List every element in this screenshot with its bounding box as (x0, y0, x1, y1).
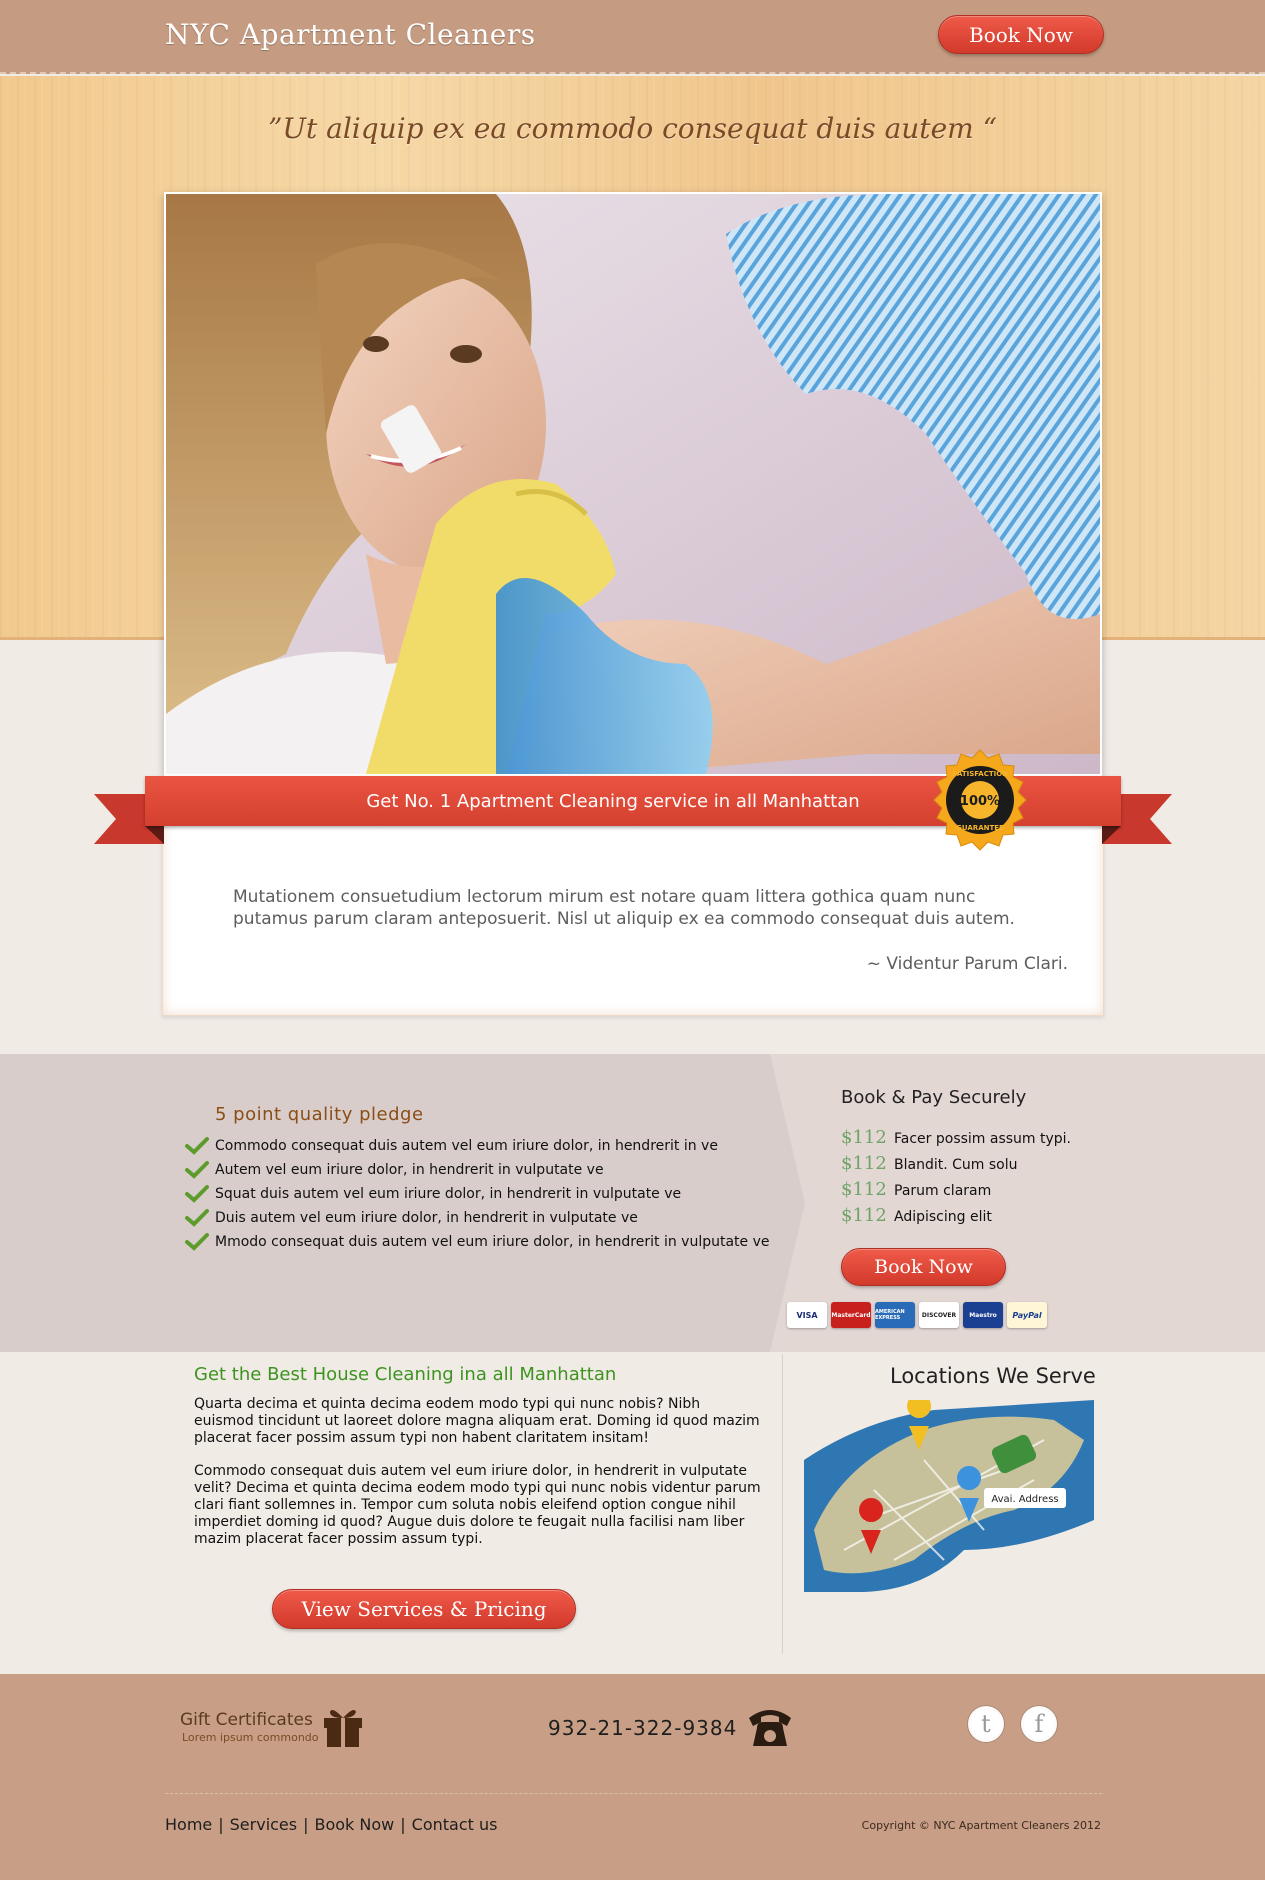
ribbon-fold-right (1102, 826, 1121, 844)
ribbon-fold-left (145, 826, 164, 844)
view-services-pricing-button[interactable]: View Services & Pricing (272, 1589, 576, 1629)
price-row: $112 Blandit. Cum solu (841, 1153, 1071, 1179)
nav-separator: | (400, 1815, 406, 1834)
pledge-item-text: Duis autem vel eum iriure dolor, in hend… (215, 1210, 638, 1226)
pledge-item-text: Autem vel eum iriure dolor, in hendrerit… (215, 1162, 604, 1178)
seal-top-text: SATISFACTION (952, 770, 1008, 778)
footer-divider (165, 1793, 1102, 1794)
book-now-button[interactable]: Book Now (841, 1248, 1006, 1286)
facebook-icon[interactable]: f (1020, 1705, 1058, 1743)
price-description: Adipiscing elit (894, 1209, 992, 1225)
testimonial-quote: Mutationem consuetudium lectorum mirum e… (233, 887, 1015, 929)
seal-percent: 100% (960, 794, 1000, 809)
ribbon-tail-right (1150, 794, 1172, 844)
footer-nav: Home | Services | Book Now | Contact us (165, 1815, 497, 1834)
telephone-icon (749, 1710, 791, 1746)
footer-nav-contact-us[interactable]: Contact us (412, 1815, 498, 1834)
price-row: $112 Adipiscing elit (841, 1205, 1071, 1231)
paypal-icon: PayPal (1007, 1302, 1047, 1328)
nav-separator: | (218, 1815, 224, 1834)
footer-nav-services[interactable]: Services (230, 1815, 297, 1834)
price-row: $112 Facer possim assum typi. (841, 1127, 1071, 1153)
hero-photo (164, 192, 1102, 776)
ribbon-tail-left (94, 794, 116, 844)
price-description: Facer possim assum typi. (894, 1131, 1072, 1147)
checkmark-icon (185, 1137, 209, 1155)
pledge-item-text: Commodo consequat duis autem vel eum iri… (215, 1138, 718, 1154)
pledge-item: Autem vel eum iriure dolor, in hendrerit… (185, 1158, 769, 1182)
pledge-item-text: Mmodo consequat duis autem vel eum iriur… (215, 1234, 770, 1250)
gift-certificates-link[interactable]: Gift Certificates (180, 1710, 313, 1730)
pledge-item-text: Squat duis autem vel eum iriure dolor, i… (215, 1186, 682, 1202)
mastercard-icon: MasterCard (831, 1302, 871, 1328)
price-amount: $112 (841, 1205, 887, 1226)
maestro-card-icon: Maestro (963, 1302, 1003, 1328)
price-description: Blandit. Cum solu (894, 1157, 1018, 1173)
visa-card-icon: VISA (787, 1302, 827, 1328)
site-logo[interactable]: NYC Apartment Cleaners (165, 18, 536, 51)
checkmark-icon (185, 1233, 209, 1251)
checkmark-icon (185, 1161, 209, 1179)
price-amount: $112 (841, 1153, 887, 1174)
hero-tagline: ”Ut aliquip ex ea commodo consequat duis… (268, 112, 997, 145)
manhattan-map-image[interactable]: Avai. Address (804, 1400, 1094, 1592)
promo-ribbon-text: Get No. 1 Apartment Cleaning service in … (366, 790, 860, 812)
nav-separator: | (303, 1815, 309, 1834)
copyright-text: Copyright © NYC Apartment Cleaners 2012 (861, 1819, 1101, 1832)
twitter-icon[interactable]: t (967, 1705, 1005, 1743)
pledge-item: Mmodo consequat duis autem vel eum iriur… (185, 1230, 769, 1254)
price-row: $112 Parum claram (841, 1179, 1071, 1205)
price-amount: $112 (841, 1127, 887, 1148)
gift-box-icon[interactable] (322, 1704, 364, 1748)
gift-certificates-subtitle: Lorem ipsum commondo (182, 1731, 319, 1744)
cleaning-woman-image (166, 194, 1100, 774)
seal-bottom-text: GUARANTEE (956, 824, 1004, 832)
price-amount: $112 (841, 1179, 887, 1200)
pledge-item: Commodo consequat duis autem vel eum iri… (185, 1134, 769, 1158)
price-description: Parum claram (894, 1183, 992, 1199)
locations-title: Locations We Serve (890, 1364, 1096, 1388)
pledge-item: Duis autem vel eum iriure dolor, in hend… (185, 1206, 769, 1230)
payment-cards: VISA MasterCard AMERICAN EXPRESS DISCOVE… (787, 1302, 1047, 1328)
site-header: NYC Apartment Cleaners Book Now (0, 0, 1265, 74)
content-paragraph: Commodo consequat duis autem vel eum iri… (194, 1463, 761, 1547)
section-divider (782, 1354, 783, 1654)
satisfaction-guarantee-seal-icon: 100% SATISFACTION GUARANTEE (933, 749, 1027, 851)
checkmark-icon (185, 1185, 209, 1203)
book-pay-title: Book & Pay Securely (841, 1087, 1027, 1108)
phone-number[interactable]: 932-21-322-9384 (548, 1716, 737, 1740)
pledge-list: Commodo consequat duis autem vel eum iri… (185, 1134, 769, 1254)
checkmark-icon (185, 1209, 209, 1227)
footer-nav-book-now[interactable]: Book Now (315, 1815, 395, 1834)
content-title: Get the Best House Cleaning ina all Manh… (194, 1364, 617, 1385)
pledge-item: Squat duis autem vel eum iriure dolor, i… (185, 1182, 769, 1206)
pledge-title: 5 point quality pledge (215, 1104, 424, 1125)
footer-nav-home[interactable]: Home (165, 1815, 212, 1834)
map-address-label: Avai. Address (991, 1494, 1058, 1505)
american-express-icon: AMERICAN EXPRESS (875, 1302, 915, 1328)
discover-card-icon: DISCOVER (919, 1302, 959, 1328)
content-paragraph: Quarta decima et quinta decima eodem mod… (194, 1396, 760, 1446)
site-footer (0, 1674, 1265, 1880)
header-book-now-button[interactable]: Book Now (938, 15, 1104, 54)
price-list: $112 Facer possim assum typi. $112 Blandit… (841, 1127, 1071, 1231)
testimonial-author: ~ Videntur Parum Clari. (866, 954, 1068, 974)
